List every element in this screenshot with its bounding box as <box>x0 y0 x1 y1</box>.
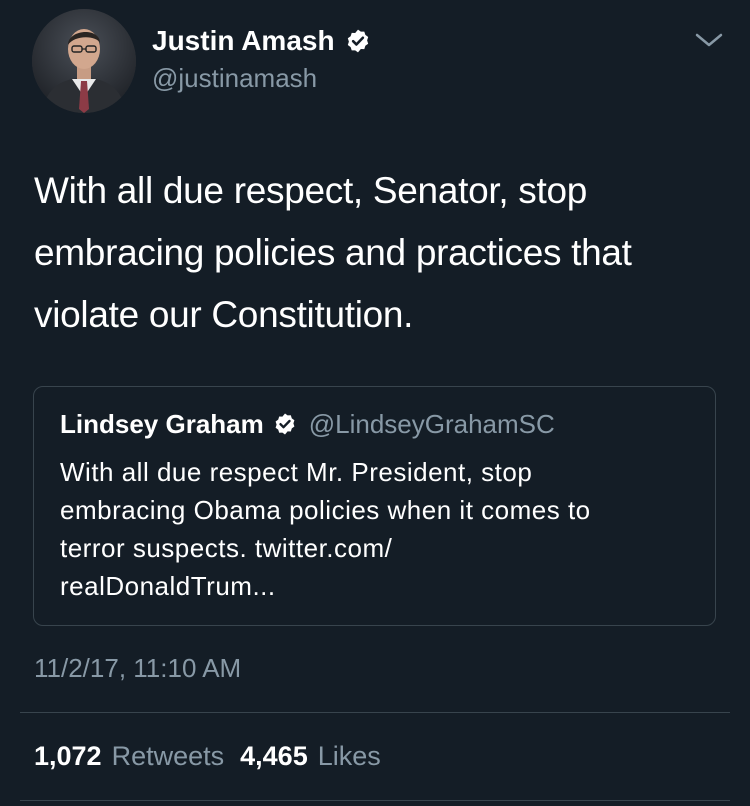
quoted-tweet-text: With all due respect Mr. President, stop… <box>60 457 591 601</box>
author-name[interactable]: Justin Amash <box>152 26 335 56</box>
likes-stat[interactable]: 4,465 Likes <box>240 738 381 774</box>
quoted-author-handle: @LindseyGrahamSC <box>308 409 555 439</box>
retweets-stat[interactable]: 1,072 Retweets <box>34 738 224 774</box>
avatar-photo-icon <box>32 9 136 113</box>
author-avatar[interactable] <box>32 9 136 113</box>
tweet-text: With all due respect, Senator, stop embr… <box>34 170 632 335</box>
verified-badge-icon <box>273 412 297 436</box>
likes-count: 4,465 <box>240 741 308 771</box>
quoted-author-name: Lindsey Graham <box>60 409 264 439</box>
verified-badge-icon <box>345 28 371 54</box>
retweets-count: 1,072 <box>34 741 102 771</box>
tweet-stats: 1,072 Retweets 4,465 Likes <box>34 738 381 774</box>
retweets-label: Retweets <box>111 741 225 771</box>
quoted-tweet-card[interactable]: Lindsey Graham @LindseyGrahamSC With all… <box>33 386 716 626</box>
divider <box>20 800 730 801</box>
author-handle[interactable]: @justinamash <box>152 64 317 92</box>
tweet-timestamp[interactable]: 11/2/17, 11:10 AM <box>34 652 241 684</box>
quoted-tweet-header: Lindsey Graham @LindseyGrahamSC <box>60 409 555 439</box>
divider <box>20 712 730 713</box>
chevron-down-icon[interactable] <box>692 27 726 51</box>
author-name-row[interactable]: Justin Amash <box>152 26 371 56</box>
likes-label: Likes <box>317 741 381 771</box>
